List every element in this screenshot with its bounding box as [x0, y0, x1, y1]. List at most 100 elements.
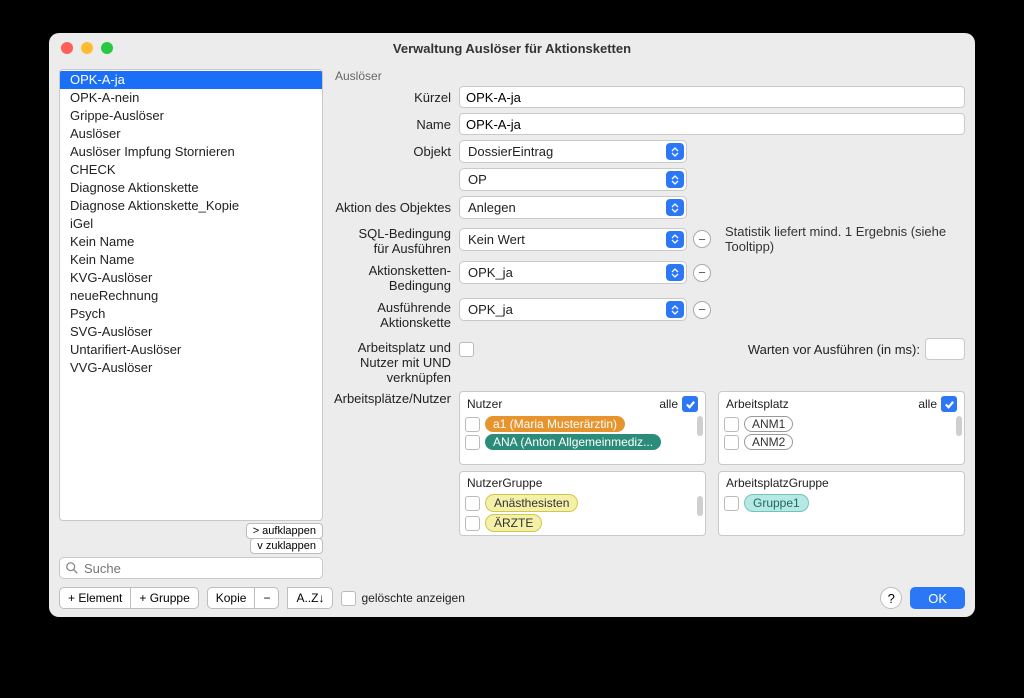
objekt-select-1[interactable]: DossierEintrag: [459, 140, 687, 163]
list-item[interactable]: OPK-A-ja: [60, 71, 322, 89]
list-item[interactable]: Anästhesisten: [465, 494, 700, 512]
arbeitsplatz-box: Arbeitsplatz alle ANM1ANM2: [718, 391, 965, 465]
pill-label: Gruppe1: [744, 494, 809, 512]
ok-button[interactable]: OK: [910, 587, 965, 609]
item-checkbox[interactable]: [465, 435, 480, 450]
titlebar: Verwaltung Auslöser für Aktionsketten: [49, 33, 975, 63]
list-item[interactable]: Gruppe1: [724, 494, 959, 512]
search-icon: [65, 561, 79, 575]
label-objekt: Objekt: [331, 144, 459, 159]
label-name: Name: [331, 117, 459, 132]
list-item[interactable]: Untarifiert-Auslöser: [60, 341, 322, 359]
nutzer-all-label: alle: [659, 397, 678, 411]
traffic-lights: [61, 42, 113, 54]
detail-panel: Auslöser Kürzel Name Objekt DossierEintr…: [331, 69, 965, 579]
label-sql: SQL-Bedingungfür Ausführen: [331, 224, 459, 256]
chevron-updown-icon: [666, 171, 684, 188]
list-item[interactable]: a1 (Maria Musterärztin): [465, 416, 700, 432]
list-item[interactable]: ANA (Anton Allgemeinmediz...: [465, 434, 700, 450]
nutzer-box: Nutzer alle a1 (Maria Musterärztin) ANA (…: [459, 391, 706, 465]
list-item[interactable]: Grippe-Auslöser: [60, 107, 322, 125]
search-input[interactable]: [59, 557, 323, 579]
name-input[interactable]: [459, 113, 965, 135]
list-item[interactable]: KVG-Auslöser: [60, 269, 322, 287]
item-checkbox[interactable]: [465, 496, 480, 511]
list-item[interactable]: Kein Name: [60, 233, 322, 251]
list-item[interactable]: VVG-Auslöser: [60, 359, 322, 377]
expand-button[interactable]: > aufklappen: [246, 523, 323, 539]
list-item[interactable]: ANM1: [724, 416, 959, 432]
chevron-updown-icon: [666, 199, 684, 216]
label-kuerzel: Kürzel: [331, 90, 459, 105]
scrollbar[interactable]: [697, 416, 703, 436]
pill-label: ANM1: [744, 416, 793, 432]
item-checkbox[interactable]: [724, 496, 739, 511]
zoom-icon[interactable]: [101, 42, 113, 54]
item-checkbox[interactable]: [724, 417, 739, 432]
close-icon[interactable]: [61, 42, 73, 54]
list-item[interactable]: Diagnose Aktionskette_Kopie: [60, 197, 322, 215]
list-item[interactable]: Kein Name: [60, 251, 322, 269]
add-element-button[interactable]: + Element: [59, 587, 131, 609]
window-title: Verwaltung Auslöser für Aktionsketten: [49, 41, 975, 56]
label-aktion: Aktion des Objektes: [331, 200, 459, 215]
list-item[interactable]: ANM2: [724, 434, 959, 450]
nutzer-title: Nutzer: [467, 397, 502, 411]
add-group-button[interactable]: + Gruppe: [131, 587, 198, 609]
scrollbar[interactable]: [956, 416, 962, 436]
chevron-updown-icon: [666, 301, 684, 318]
label-ak-bed: Aktionsketten-Bedingung: [331, 261, 459, 293]
minus-button[interactable]: −: [255, 587, 279, 609]
sort-button[interactable]: A..Z↓: [287, 587, 333, 609]
list-item[interactable]: ÄRZTE: [465, 514, 700, 532]
list-item[interactable]: neueRechnung: [60, 287, 322, 305]
list-item[interactable]: OPK-A-nein: [60, 89, 322, 107]
chevron-updown-icon: [666, 143, 684, 160]
objekt-select-2[interactable]: OP: [459, 168, 687, 191]
list-item[interactable]: Auslöser: [60, 125, 322, 143]
ak-bed-remove-button[interactable]: −: [693, 264, 711, 282]
show-deleted-checkbox[interactable]: [341, 591, 356, 606]
list-item[interactable]: iGel: [60, 215, 322, 233]
window: Verwaltung Auslöser für Aktionsketten OP…: [49, 33, 975, 617]
show-deleted-label: gelöschte anzeigen: [361, 591, 464, 605]
list-item[interactable]: Diagnose Aktionskette: [60, 179, 322, 197]
pill-label: ÄRZTE: [485, 514, 542, 532]
label-ak-exec: AusführendeAktionskette: [331, 298, 459, 330]
scrollbar[interactable]: [697, 496, 703, 516]
kuerzel-input[interactable]: [459, 86, 965, 108]
collapse-button[interactable]: v zuklappen: [250, 538, 323, 554]
list-item[interactable]: Auslöser Impfung Stornieren: [60, 143, 322, 161]
item-checkbox[interactable]: [465, 417, 480, 432]
pill-label: Anästhesisten: [485, 494, 578, 512]
list-item[interactable]: SVG-Auslöser: [60, 323, 322, 341]
arbeitsplatz-all-checkbox[interactable]: [941, 396, 957, 412]
sql-hint: Statistik liefert mind. 1 Ergebnis (sieh…: [725, 224, 965, 254]
list-item[interactable]: CHECK: [60, 161, 322, 179]
wait-input[interactable]: [925, 338, 965, 360]
sql-select[interactable]: Kein Wert: [459, 228, 687, 251]
pill-label: a1 (Maria Musterärztin): [485, 416, 625, 432]
sql-remove-button[interactable]: −: [693, 230, 711, 248]
und-checkbox[interactable]: [459, 342, 474, 357]
ak-exec-remove-button[interactable]: −: [693, 301, 711, 319]
label-ap-nutzer: Arbeitsplätze/Nutzer: [331, 391, 459, 406]
trigger-list[interactable]: OPK-A-jaOPK-A-neinGrippe-AuslöserAuslöse…: [59, 69, 323, 521]
list-item[interactable]: Psych: [60, 305, 322, 323]
apgruppe-title: ArbeitsplatzGruppe: [726, 476, 829, 490]
pill-label: ANM2: [744, 434, 793, 450]
nutzergruppe-box: NutzerGruppe Anästhesisten ÄRZTE: [459, 471, 706, 536]
nutzer-all-checkbox[interactable]: [682, 396, 698, 412]
item-checkbox[interactable]: [465, 516, 480, 531]
nutzergruppe-title: NutzerGruppe: [467, 476, 542, 490]
copy-button[interactable]: Kopie: [207, 587, 256, 609]
help-button[interactable]: ?: [880, 587, 902, 609]
ak-bed-select[interactable]: OPK_ja: [459, 261, 687, 284]
arbeitsplatz-title: Arbeitsplatz: [726, 397, 789, 411]
label-wait: Warten vor Ausführen (in ms):: [748, 342, 920, 357]
chevron-updown-icon: [666, 264, 684, 281]
ak-exec-select[interactable]: OPK_ja: [459, 298, 687, 321]
item-checkbox[interactable]: [724, 435, 739, 450]
minimize-icon[interactable]: [81, 42, 93, 54]
aktion-select[interactable]: Anlegen: [459, 196, 687, 219]
